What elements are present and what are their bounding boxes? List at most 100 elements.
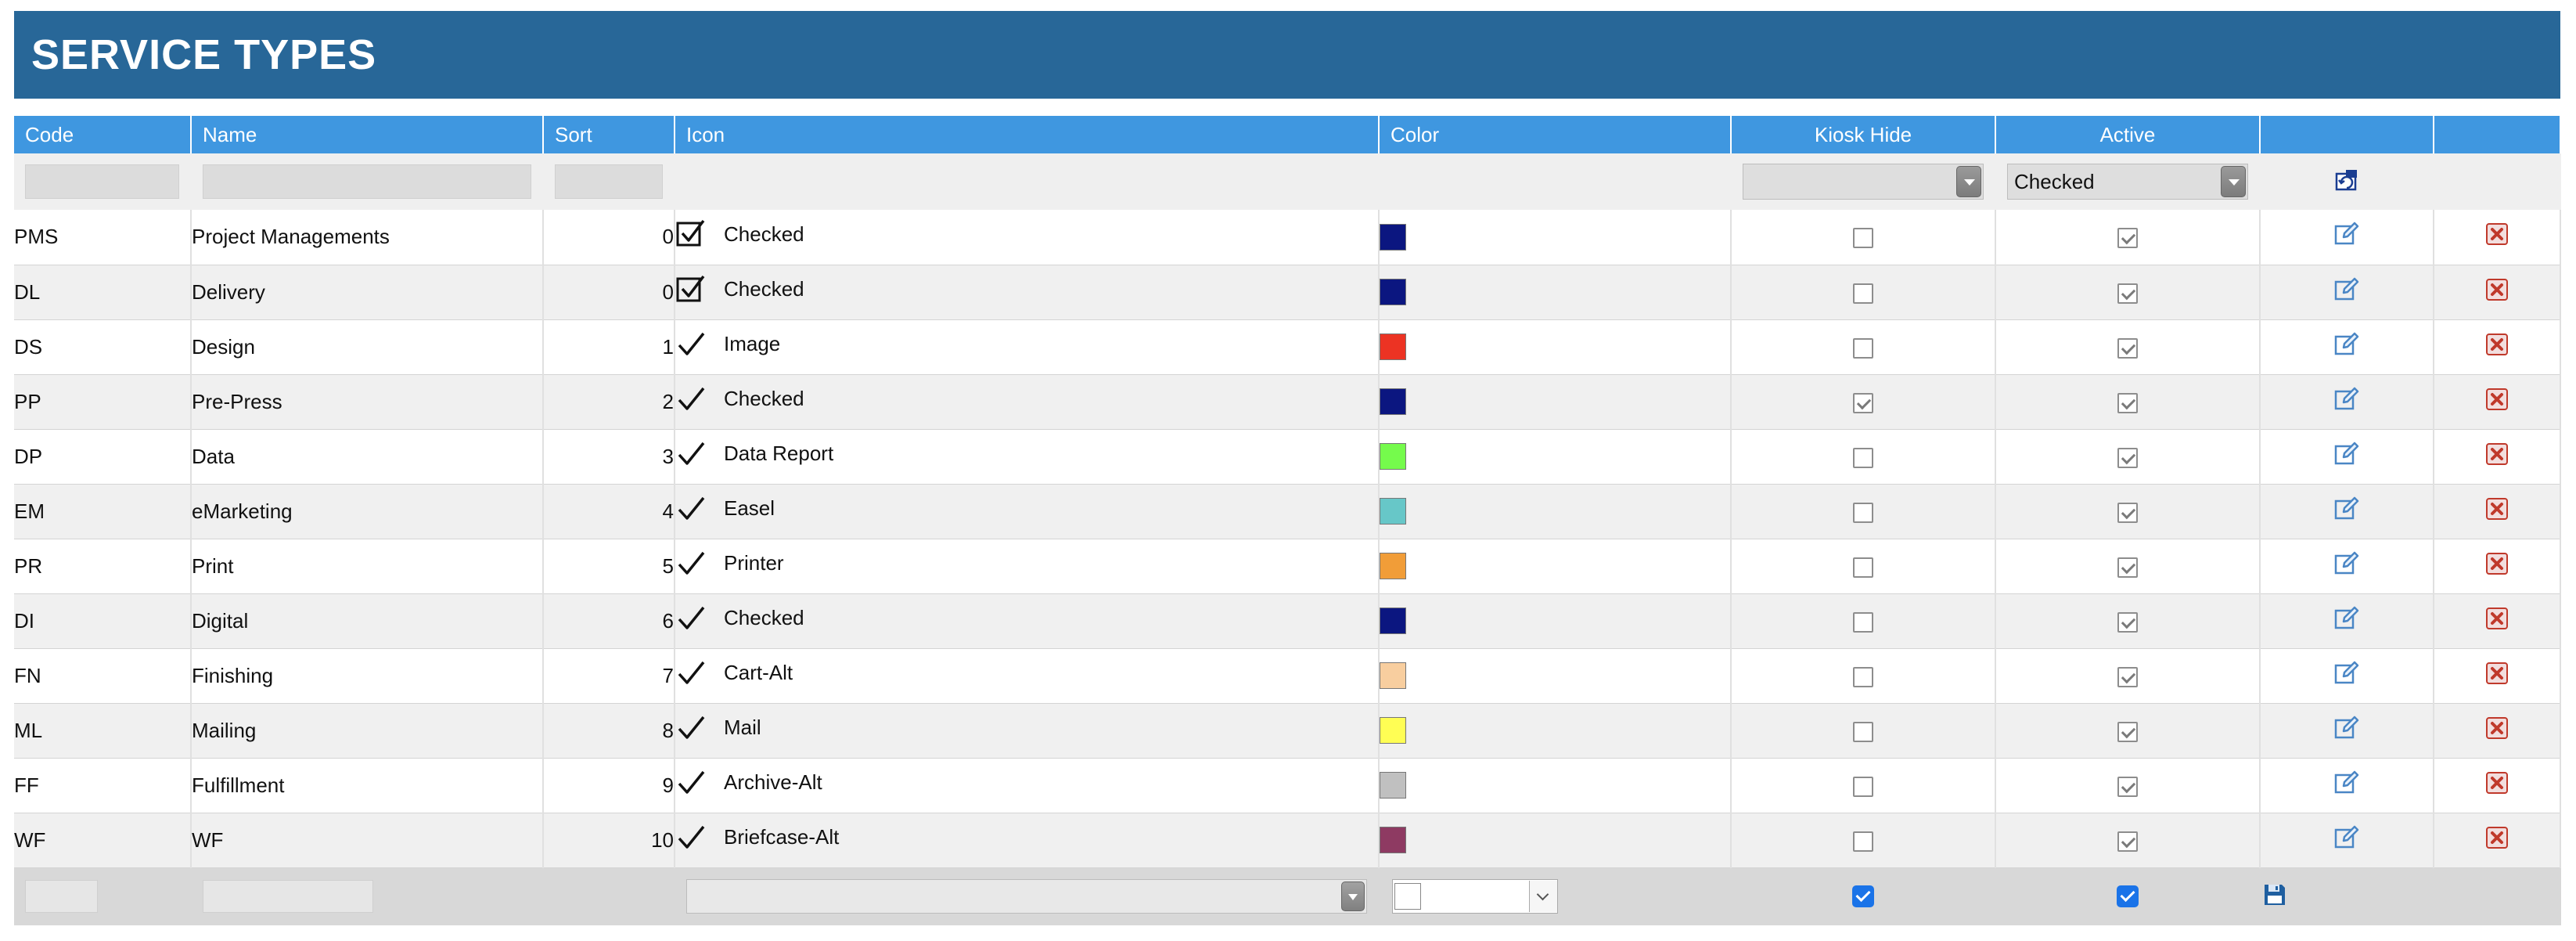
- edit-icon[interactable]: [2333, 660, 2360, 692]
- delete-icon[interactable]: [2485, 333, 2509, 362]
- edit-icon[interactable]: [2333, 605, 2360, 637]
- row-kiosk-hide-checkbox[interactable]: [1853, 611, 1873, 633]
- column-header-code[interactable]: Code: [14, 116, 192, 153]
- row-sort: 0: [662, 225, 674, 249]
- table-row[interactable]: PR Print 5 Printer: [14, 539, 2561, 594]
- row-kiosk-hide-checkbox[interactable]: [1853, 831, 1873, 852]
- table-row[interactable]: FN Finishing 7 Cart-Alt: [14, 648, 2561, 704]
- row-icon: Checked: [675, 603, 804, 634]
- delete-icon[interactable]: [2485, 388, 2509, 416]
- table-row[interactable]: WF WF 10 Briefcase-Alt: [14, 813, 2561, 868]
- column-header-color[interactable]: Color: [1379, 116, 1732, 153]
- chevron-down-icon[interactable]: [2221, 166, 2246, 197]
- row-active-checkbox[interactable]: [2117, 557, 2138, 578]
- new-color-picker[interactable]: [1392, 879, 1558, 914]
- table-row[interactable]: FF Fulfillment 9 Archive-Alt: [14, 758, 2561, 813]
- row-kiosk-hide-checkbox[interactable]: [1853, 392, 1873, 413]
- row-code: FF: [14, 773, 39, 797]
- chevron-down-icon[interactable]: [1341, 882, 1365, 912]
- row-name: Fulfillment: [192, 773, 285, 797]
- row-color-swatch: [1380, 333, 1406, 361]
- delete-icon[interactable]: [2485, 607, 2509, 636]
- filter-code-input[interactable]: [25, 164, 179, 199]
- table-row[interactable]: EM eMarketing 4 Easel: [14, 484, 2561, 539]
- row-icon-label: Checked: [724, 606, 804, 629]
- edit-icon[interactable]: [2333, 221, 2360, 253]
- edit-icon[interactable]: [2333, 550, 2360, 582]
- page-title: SERVICE TYPES: [31, 31, 377, 78]
- check-icon: [675, 329, 716, 360]
- row-kiosk-hide-checkbox[interactable]: [1853, 776, 1873, 797]
- row-active-checkbox[interactable]: [2117, 283, 2138, 304]
- filter-active-select[interactable]: Checked: [2007, 164, 2248, 200]
- table-row[interactable]: DI Digital 6 Checked: [14, 593, 2561, 649]
- row-active-checkbox[interactable]: [2117, 392, 2138, 413]
- check-square-icon: [675, 218, 716, 250]
- row-kiosk-hide-checkbox[interactable]: [1853, 447, 1873, 468]
- edit-icon[interactable]: [2333, 331, 2360, 363]
- save-icon[interactable]: [2262, 882, 2287, 911]
- delete-icon[interactable]: [2485, 442, 2509, 471]
- column-header-kiosk-hide[interactable]: Kiosk Hide: [1731, 116, 1996, 153]
- delete-icon[interactable]: [2485, 497, 2509, 526]
- row-active-checkbox[interactable]: [2117, 666, 2138, 687]
- new-icon-select[interactable]: [686, 879, 1367, 914]
- edit-icon[interactable]: [2333, 386, 2360, 418]
- delete-icon[interactable]: [2485, 826, 2509, 855]
- filter-sort-input[interactable]: [555, 164, 663, 199]
- table-row[interactable]: PP Pre-Press 2 Checked: [14, 374, 2561, 430]
- new-row: [14, 867, 2561, 925]
- row-kiosk-hide-checkbox[interactable]: [1853, 721, 1873, 742]
- row-kiosk-hide-checkbox[interactable]: [1853, 557, 1873, 578]
- delete-icon[interactable]: [2485, 662, 2509, 690]
- new-color-input[interactable]: [1421, 880, 1529, 913]
- chevron-down-icon[interactable]: [1956, 166, 1981, 197]
- table-row[interactable]: DP Data 3 Data Report: [14, 429, 2561, 485]
- table-row[interactable]: DL Delivery 0 Checked: [14, 265, 2561, 320]
- row-kiosk-hide-checkbox[interactable]: [1853, 666, 1873, 687]
- new-name-input[interactable]: [203, 880, 373, 914]
- table-row[interactable]: PMS Project Managements 0 Checked: [14, 210, 2561, 265]
- column-header-name[interactable]: Name: [191, 116, 544, 153]
- row-active-checkbox[interactable]: [2117, 611, 2138, 633]
- chevron-down-icon[interactable]: [1529, 881, 1557, 913]
- row-kiosk-hide-checkbox[interactable]: [1853, 502, 1873, 523]
- row-code: DP: [14, 444, 43, 468]
- new-kiosk-hide-checkbox[interactable]: [1852, 885, 1874, 908]
- filter-kiosk-hide-select[interactable]: [1743, 164, 1984, 200]
- delete-icon[interactable]: [2485, 771, 2509, 800]
- edit-icon[interactable]: [2333, 770, 2360, 802]
- delete-icon[interactable]: [2485, 222, 2509, 251]
- row-name: WF: [192, 827, 224, 852]
- table-row[interactable]: ML Mailing 8 Mail: [14, 703, 2561, 759]
- row-kiosk-hide-checkbox[interactable]: [1853, 283, 1873, 304]
- delete-icon[interactable]: [2485, 716, 2509, 745]
- filter-name-input[interactable]: [203, 164, 531, 199]
- row-active-checkbox[interactable]: [2117, 776, 2138, 797]
- column-header-active[interactable]: Active: [1995, 116, 2261, 153]
- edit-icon[interactable]: [2333, 496, 2360, 528]
- delete-icon[interactable]: [2485, 552, 2509, 581]
- new-sort-cell: [543, 867, 675, 925]
- row-sort: 8: [662, 718, 674, 742]
- row-active-checkbox[interactable]: [2117, 228, 2138, 249]
- delete-icon[interactable]: [2485, 278, 2509, 307]
- row-kiosk-hide-checkbox[interactable]: [1853, 337, 1873, 359]
- new-active-checkbox[interactable]: [2117, 885, 2139, 908]
- column-header-icon[interactable]: Icon: [675, 116, 1380, 153]
- row-kiosk-hide-checkbox[interactable]: [1853, 228, 1873, 249]
- edit-icon[interactable]: [2333, 441, 2360, 473]
- row-active-checkbox[interactable]: [2117, 447, 2138, 468]
- edit-icon[interactable]: [2333, 276, 2360, 308]
- edit-icon[interactable]: [2333, 824, 2360, 856]
- table-row[interactable]: DS Design 1 Image: [14, 319, 2561, 375]
- edit-icon[interactable]: [2333, 715, 2360, 747]
- column-header-sort[interactable]: Sort: [543, 116, 675, 153]
- new-code-input[interactable]: [25, 880, 98, 914]
- row-active-checkbox[interactable]: [2117, 337, 2138, 359]
- refresh-filter-icon[interactable]: [2333, 167, 2360, 197]
- row-active-checkbox[interactable]: [2117, 721, 2138, 742]
- new-color-swatch[interactable]: [1394, 883, 1421, 910]
- row-active-checkbox[interactable]: [2117, 831, 2138, 852]
- row-active-checkbox[interactable]: [2117, 502, 2138, 523]
